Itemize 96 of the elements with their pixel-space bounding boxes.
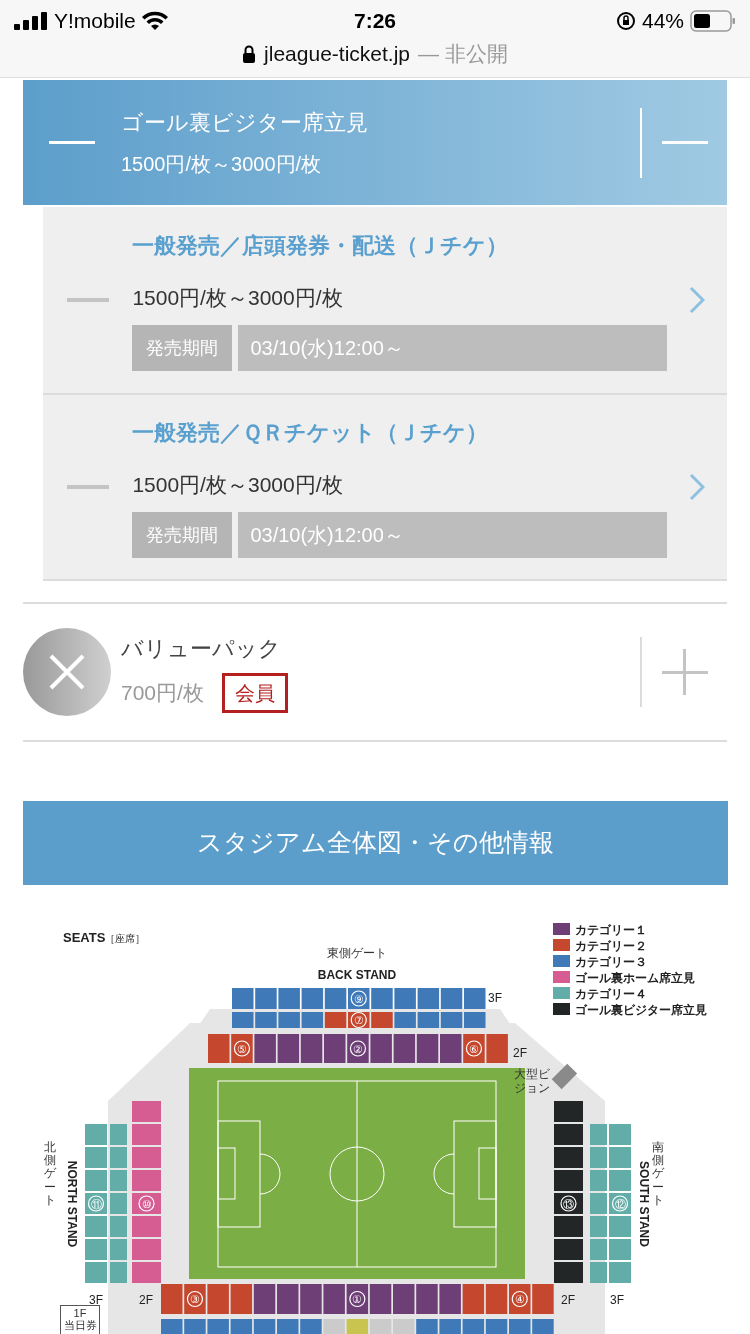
seat-block[interactable]: [301, 988, 324, 1009]
legend-label: ゴール裏ビジター席立見: [575, 1003, 707, 1017]
gate-label: 北側ゲート: [44, 1141, 56, 1207]
seat-block[interactable]: [230, 1284, 253, 1314]
lock-icon: [242, 45, 257, 63]
floor-label: 2F: [561, 1293, 575, 1307]
seat-block[interactable]: [324, 1012, 347, 1028]
seat-block[interactable]: ⑨: [348, 988, 370, 1009]
seat-block[interactable]: [324, 988, 347, 1009]
battery-icon: [690, 10, 736, 32]
floor-label: 1F: [73, 1307, 87, 1320]
ticket-office-label: 当日券: [63, 1319, 97, 1332]
stand-label: BACK STAND: [317, 968, 397, 982]
seat-block[interactable]: [370, 1034, 392, 1063]
seat-block[interactable]: [417, 988, 440, 1009]
legend-label: カテゴリー４: [575, 987, 647, 1001]
wifi-icon: [141, 11, 168, 31]
seat-block[interactable]: [416, 1034, 439, 1063]
seat-block[interactable]: ⑤: [231, 1034, 253, 1063]
seat-block[interactable]: [324, 1034, 346, 1063]
floor-label: 3F: [89, 1293, 103, 1307]
member-badge: 会員: [221, 672, 288, 713]
sales-title: 一般発売／ＱＲチケット（Ｊチケ）: [132, 418, 490, 447]
seat-block[interactable]: ⑩: [132, 1193, 161, 1214]
seat-block[interactable]: ⑥: [463, 1034, 485, 1063]
seat-block[interactable]: [277, 1284, 299, 1314]
seat-block[interactable]: [393, 1034, 416, 1063]
seat-block[interactable]: [253, 1319, 276, 1334]
seat-type-name: ゴール裏ビジター席立見: [121, 109, 369, 137]
seat-type-header[interactable]: ゴール裏ビジター席立見 1500円/枚～3000円/枚: [23, 80, 727, 205]
seat-block[interactable]: [254, 1034, 276, 1063]
map-title: SEATS［座席］: [63, 930, 146, 945]
signal-icon: [14, 12, 48, 30]
chevron-right-icon[interactable]: [689, 286, 706, 314]
seat-block[interactable]: [323, 1284, 345, 1314]
seat-block[interactable]: ⑫: [609, 1193, 631, 1214]
privacy-note: — 非公開: [418, 41, 508, 68]
period-label: 発売期間: [132, 325, 233, 372]
seat-block[interactable]: ⑪: [85, 1193, 107, 1214]
sales-price: 1500円/枚～3000円/枚: [132, 284, 344, 311]
gate-label: 南側ゲート: [652, 1141, 664, 1207]
seat-block[interactable]: [439, 1284, 461, 1314]
seat-block[interactable]: ⑦: [348, 1011, 370, 1029]
clock-time: 7:26: [354, 8, 396, 35]
floor-label: 3F: [610, 1293, 624, 1307]
seat-block[interactable]: [301, 1012, 324, 1028]
stand-label: SOUTH STAND: [637, 1161, 651, 1247]
floor-label: 3F: [488, 991, 502, 1005]
dash-icon: [66, 298, 109, 302]
seat-block[interactable]: [417, 1012, 440, 1028]
sales-option[interactable]: 一般発売／店頭発券・配送（Ｊチケ） 1500円/枚～3000円/枚 発売期間 03/10(水)12:00～: [43, 207, 727, 393]
seat-block[interactable]: [485, 1319, 508, 1334]
sales-title: 一般発売／店頭発券・配送（Ｊチケ）: [132, 231, 510, 260]
seat-block[interactable]: [464, 988, 486, 1009]
url-text[interactable]: jleague-ticket.jp: [264, 38, 411, 70]
stadium-info-button[interactable]: スタジアム全体図・その他情報: [23, 801, 728, 885]
legend-label: カテゴリー１: [575, 923, 647, 937]
seat-block[interactable]: ⑬: [554, 1193, 583, 1214]
gate-label: 東側ゲート: [326, 947, 388, 959]
floor-label: 2F: [513, 1046, 527, 1060]
battery-percent: 44%: [641, 8, 684, 35]
seat-block[interactable]: [440, 1034, 462, 1063]
sales-option[interactable]: 一般発売／ＱＲチケット（Ｊチケ） 1500円/枚～3000円/枚 発売期間 03/10(水)12:00～: [43, 393, 727, 579]
seat-type-name: バリューパック: [121, 634, 282, 663]
seat-block[interactable]: [462, 1284, 485, 1314]
legend-label: カテゴリー２: [575, 939, 647, 953]
carrier-name: Y!mobile: [54, 8, 136, 35]
chevron-right-icon[interactable]: [689, 473, 706, 501]
dash-icon: [66, 485, 109, 489]
period-value: 03/10(水)12:00～: [238, 512, 668, 559]
seat-block[interactable]: [440, 1012, 463, 1028]
seat-type-price: 700円/枚: [121, 679, 204, 706]
rotation-lock-icon: [615, 11, 636, 31]
seat-block[interactable]: [232, 988, 254, 1009]
seat-block[interactable]: [277, 1034, 300, 1063]
seat-block[interactable]: [253, 1284, 276, 1314]
seat-type-price: 1500円/枚～3000円/枚: [121, 152, 323, 177]
seat-block[interactable]: [393, 1284, 415, 1314]
seat-block[interactable]: [230, 1319, 253, 1334]
seat-block[interactable]: ②: [347, 1034, 369, 1063]
stand-label: NORTH STAND: [65, 1160, 79, 1248]
seat-block[interactable]: ③: [184, 1284, 206, 1314]
seat-block[interactable]: [485, 1284, 508, 1314]
legend-label: カテゴリー３: [575, 955, 647, 969]
seat-block[interactable]: [462, 1319, 485, 1334]
seat-block[interactable]: ①: [346, 1284, 369, 1314]
plus-icon[interactable]: [661, 649, 708, 695]
period-label: 発売期間: [132, 512, 233, 559]
legend-label: ゴール裏ホーム席立見: [575, 971, 695, 985]
sales-price: 1500円/枚～3000円/枚: [132, 471, 344, 498]
floor-label: 2F: [139, 1293, 153, 1307]
seat-block[interactable]: [369, 1284, 392, 1314]
period-value: 03/10(水)12:00～: [238, 325, 668, 372]
seat-block[interactable]: ④: [509, 1284, 531, 1314]
seat-block[interactable]: [300, 1034, 323, 1063]
seat-block[interactable]: [440, 988, 463, 1009]
